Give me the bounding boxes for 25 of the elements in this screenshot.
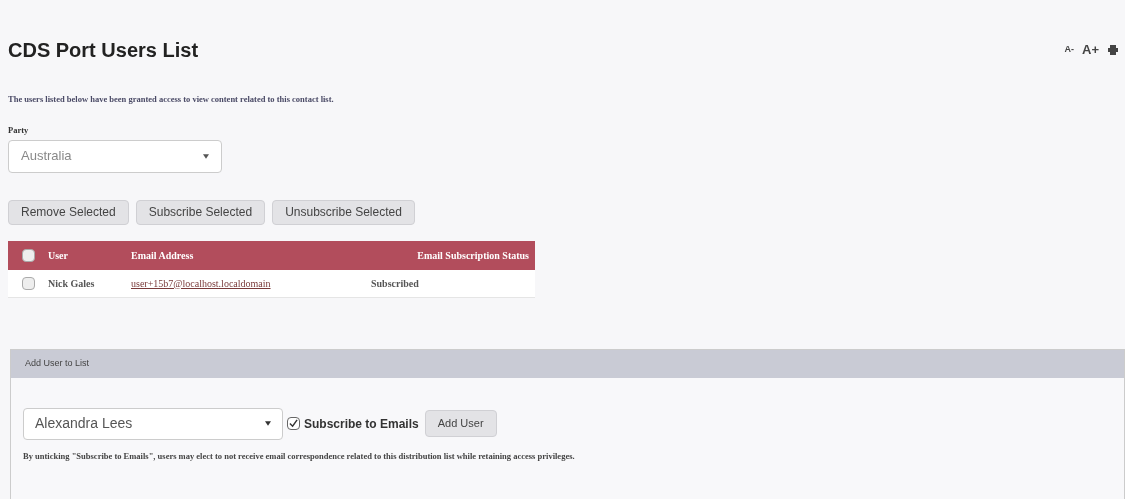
row-checkbox[interactable] (21, 276, 35, 290)
column-header: Email Subscription Status (417, 249, 529, 261)
caret-icon (203, 153, 209, 159)
select-all-checkbox[interactable] (21, 248, 35, 262)
panel-title: Add User to List (25, 356, 90, 370)
caret-icon (265, 421, 271, 426)
subscribe-label: Subscribe to Emails (304, 415, 419, 433)
add-user-button[interactable]: Add User (424, 410, 497, 437)
user-select[interactable]: Alexandra Lees (23, 407, 283, 440)
column-header: Email Address (131, 249, 194, 261)
action-button[interactable]: Remove Selected (8, 199, 129, 225)
page-title: CDS Port Users List (8, 40, 199, 60)
font-size-button[interactable]: A+ (1082, 40, 1099, 60)
action-button[interactable]: Unsubscribe Selected (272, 199, 415, 225)
font-size-button[interactable]: A- (1064, 43, 1074, 57)
action-button[interactable]: Subscribe Selected (135, 199, 266, 225)
intro-text: The users listed below have been granted access to view content related to this contact list. (8, 93, 335, 106)
party-select[interactable]: Australia (8, 139, 222, 173)
email-link[interactable]: user+15b7@localhost.localdomain (131, 277, 271, 289)
column-header: User (48, 249, 68, 261)
subscribe-checkbox[interactable] (287, 417, 300, 430)
party-label: Party (8, 123, 30, 137)
table-cell: Subscribed (371, 277, 419, 289)
table-cell: Nick Gales (48, 277, 95, 289)
note-text: By unticking "Subscribe to Emails", users may elect to not receive email correspondence related to this distribution list while retaining access privileges. (23, 449, 576, 463)
